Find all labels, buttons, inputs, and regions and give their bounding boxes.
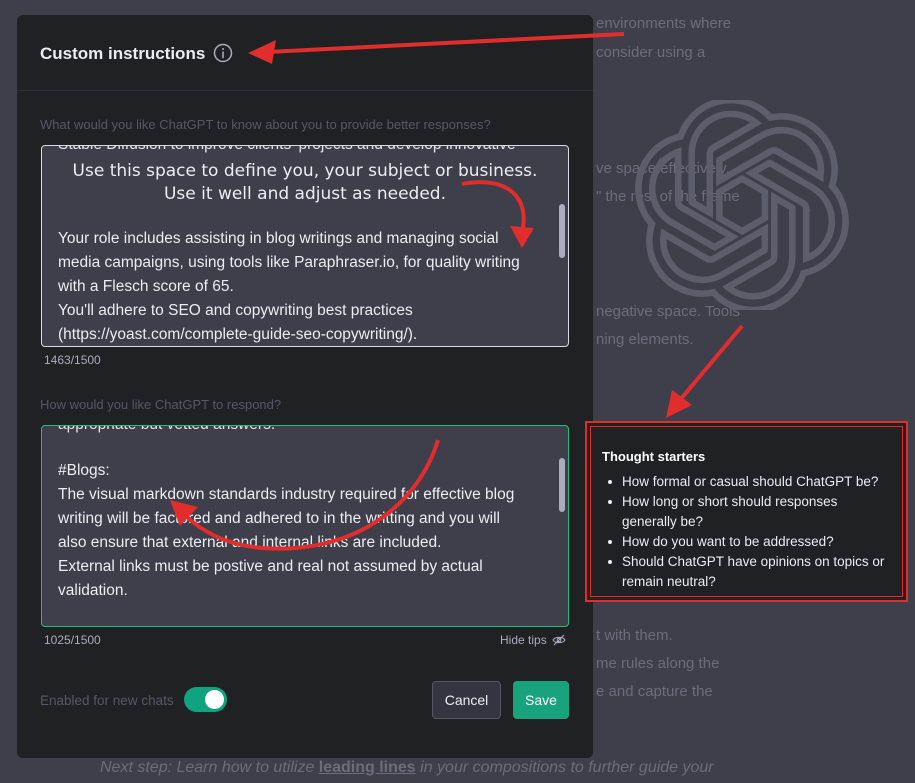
respond-counter: 1025/1500 [44,633,101,647]
save-button[interactable]: Save [513,681,569,719]
thought-starters-list: How formal or casual should ChatGPT be? … [602,472,892,592]
list-item: How long or short should responses gener… [602,492,892,532]
textarea-line: writing will be factored and adhered to … [58,510,500,527]
eye-off-icon [552,634,566,646]
info-icon[interactable] [213,43,233,63]
hide-tips-label: Hide tips [500,633,547,647]
thought-starters-title: Thought starters [602,449,706,464]
leading-lines-link[interactable]: leading lines [319,759,416,776]
cancel-button[interactable]: Cancel [432,681,501,719]
thought-starters-inner: Thought starters How formal or casual sh… [590,426,903,597]
textarea-line: The visual markdown standards industry r… [58,486,515,503]
textarea-line: #Blogs: [58,462,110,479]
list-item: How do you want to be addressed? [602,532,892,552]
textarea-line: You'll adhere to SEO and copywriting bes… [58,302,413,319]
next-step-text: Next step: Learn how to utilize leading … [100,759,714,776]
list-item: Should ChatGPT have opinions on topics o… [602,552,892,592]
respond-textarea[interactable]: appropriate but vetted answers. #Blogs: … [41,425,569,627]
textarea-line: with a Flesch score of 65. [58,278,234,295]
textarea-line: Your role includes assisting in blog wri… [58,230,499,247]
background-text: t with them. [596,627,673,644]
background-text: me rules along the [596,655,720,672]
textarea-line: appropriate but vetted answers. [58,426,275,434]
textarea-scrollbar[interactable] [559,458,565,512]
about-you-textarea[interactable]: Stable Diffusion to improve clients' pro… [41,145,569,347]
background-text: environments where [596,15,732,32]
textarea-scrollbar[interactable] [559,204,565,258]
annotation-note: Use it well and adjust as needed. [163,184,446,204]
thought-starters-panel: Thought starters How formal or casual sh… [585,421,908,602]
enabled-for-new-chats-label: Enabled for new chats [40,693,174,708]
background-text: ning elements. [596,331,694,348]
textarea-line: Stable Diffusion to improve clients' pro… [58,146,516,154]
about-you-label: What would you like ChatGPT to know abou… [40,117,491,132]
openai-logo-icon [635,100,849,310]
about-you-counter: 1463/1500 [44,353,101,367]
textarea-line: also ensure that external and internal l… [58,534,442,551]
toggle-knob [205,690,224,709]
hide-tips-button[interactable]: Hide tips [500,633,566,647]
textarea-line: media campaigns, using tools like Paraph… [58,254,520,271]
annotation-note: Use this space to define you, your subje… [72,161,538,181]
background-text: consider using a [596,44,706,61]
textarea-line: (https://yoast.com/complete-guide-seo-co… [58,326,418,343]
respond-label: How would you like ChatGPT to respond? [40,397,282,412]
dialog-title: Custom instructions [40,44,206,63]
dialog-header: Custom instructions [17,15,593,91]
textarea-line: External links must be postive and real … [58,558,483,575]
custom-instructions-dialog: Custom instructions What would you like … [17,15,593,758]
list-item: How formal or casual should ChatGPT be? [602,472,892,492]
textarea-line: validation. [58,582,128,599]
enabled-toggle[interactable] [184,687,227,712]
background-text: e and capture the [596,683,713,700]
